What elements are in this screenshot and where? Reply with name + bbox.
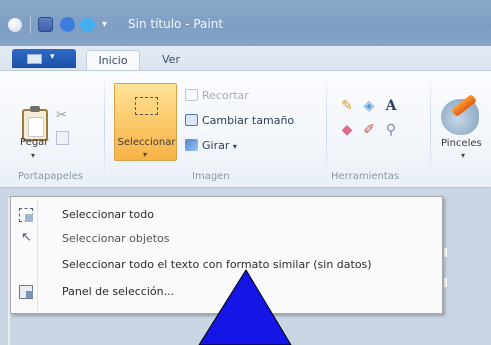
rotate-icon [185, 139, 198, 151]
menu-item-select-similar-format[interactable]: Seleccionar todo el texto con formato si… [13, 254, 440, 276]
rectangle-select-icon [135, 97, 158, 115]
brushes-button-label[interactable]: Pinceles [441, 138, 482, 149]
group-label-tools: Herramientas [331, 171, 400, 182]
canvas-resize-handle[interactable] [444, 278, 447, 287]
select-dropdown-menu: Seleccionar todo Seleccionar objetos Sel… [10, 196, 443, 314]
resize-label: Cambiar tamaño [202, 114, 295, 127]
select-all-icon [19, 208, 33, 222]
save-icon[interactable] [38, 17, 53, 32]
ribbon: Pegar ▾ ✂ Portapapeles Seleccionar ▾ Rec… [0, 70, 491, 188]
menu-item-select-objects[interactable]: Seleccionar objetos [13, 228, 440, 250]
file-menu-icon [27, 54, 42, 64]
select-button[interactable]: Seleccionar ▾ [114, 83, 177, 161]
paste-button-label[interactable]: Pegar [20, 137, 48, 148]
pencil-icon[interactable]: ✎ [338, 97, 356, 115]
text-tool-icon[interactable]: A [382, 97, 400, 115]
canvas-resize-handle[interactable] [444, 248, 447, 257]
resize-icon [185, 114, 198, 126]
eraser-icon[interactable]: ◆ [338, 121, 356, 139]
select-chevron-down-icon: ▾ [143, 150, 148, 159]
resize-button[interactable]: Cambiar tamaño [185, 114, 294, 127]
ribbon-tabs: ▾ Inicio Ver [0, 46, 491, 70]
menu-item-label: Panel de selección... [62, 285, 175, 298]
chevron-down-icon: ▾ [50, 52, 55, 62]
rotate-label: Girar [202, 139, 230, 152]
copy-icon[interactable] [56, 131, 69, 145]
tab-view[interactable]: Ver [153, 50, 189, 70]
title-bar: ▾ Sin título - Paint [0, 0, 491, 46]
undo-icon[interactable] [60, 17, 75, 32]
paint-app-icon[interactable] [8, 18, 22, 32]
group-separator [326, 77, 327, 181]
crop-label: Recortar [202, 89, 249, 102]
brushes-icon[interactable] [441, 99, 479, 135]
crop-button[interactable]: Recortar [185, 89, 249, 102]
file-menu-button[interactable]: ▾ [12, 49, 76, 68]
group-label-clipboard: Portapapeles [18, 171, 84, 182]
menu-item-label: Seleccionar todo el texto con formato si… [62, 258, 372, 271]
cut-icon[interactable]: ✂ [56, 108, 67, 123]
rotate-button[interactable]: Girar ▾ [185, 139, 237, 152]
menu-item-label: Seleccionar todo [62, 208, 154, 221]
window-title: Sin título - Paint [128, 17, 224, 31]
group-separator [104, 77, 105, 181]
brushes-chevron-down-icon[interactable]: ▾ [461, 151, 465, 160]
group-separator [430, 77, 431, 181]
menu-item-selection-pane[interactable]: Panel de selección... [13, 281, 440, 303]
fill-bucket-icon[interactable]: ◈ [360, 97, 378, 115]
redo-icon[interactable] [80, 17, 95, 32]
select-objects-icon [19, 230, 33, 246]
select-button-label: Seleccionar [117, 137, 176, 148]
paste-chevron-down-icon[interactable]: ▾ [31, 151, 35, 160]
magnifier-icon[interactable]: ⚲ [382, 121, 400, 139]
group-label-image: Imagen [192, 171, 230, 182]
customize-quick-access-dropdown[interactable]: ▾ [102, 19, 107, 30]
tab-home[interactable]: Inicio [86, 50, 140, 70]
menu-item-label: Seleccionar objetos [62, 232, 170, 245]
color-picker-icon[interactable]: ✐ [360, 121, 378, 139]
rotate-chevron-down-icon: ▾ [232, 142, 237, 151]
menu-item-select-all[interactable]: Seleccionar todo [13, 204, 440, 226]
selection-pane-icon [19, 285, 33, 299]
quick-access-separator [30, 16, 31, 34]
crop-icon [185, 89, 198, 101]
